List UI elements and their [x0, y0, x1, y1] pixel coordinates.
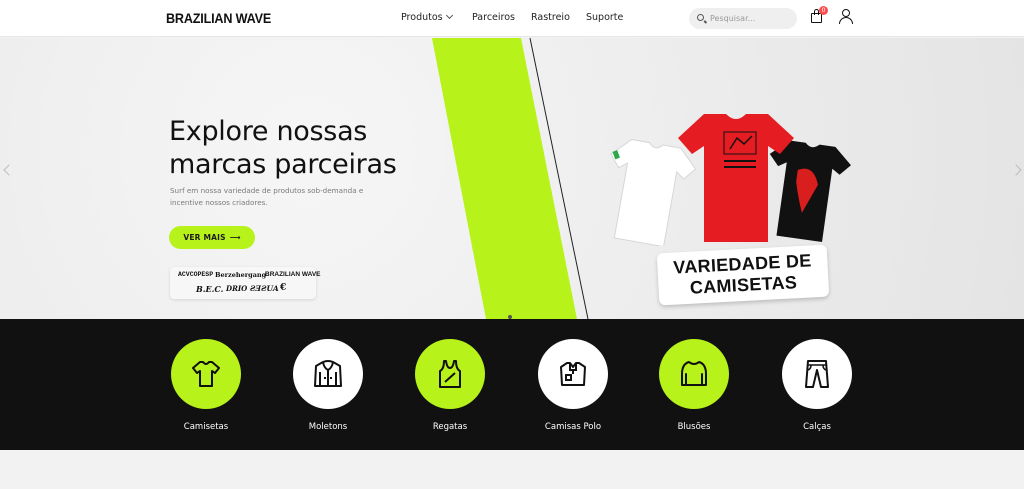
tank-top-icon: [439, 360, 461, 388]
user-icon-body: [839, 17, 853, 24]
category-circle: [538, 339, 608, 409]
chevron-down-icon: [445, 11, 453, 20]
page-content-below: [0, 450, 1024, 489]
partner-brand-logo: ACVCOPESP: [178, 271, 214, 278]
site-logo[interactable]: BRAZILIAN WAVE: [166, 10, 271, 26]
partner-brand-logo: ƧƎƧUA: [250, 284, 279, 293]
hero-title-line: Explore nossas: [169, 116, 368, 147]
categories-section: Camisetas Moletons Regatas Camisas Polo: [0, 319, 1024, 450]
account-button[interactable]: [839, 9, 853, 25]
category-label: Moletons: [308, 422, 348, 432]
nav-item-rastreio[interactable]: Rastreio: [531, 12, 570, 23]
cart-count-badge: 0: [819, 6, 828, 15]
category-label: Camisas Polo: [544, 422, 602, 432]
category-circle: [171, 339, 241, 409]
category-label: Calças: [803, 422, 831, 432]
arrow-right-icon: ⟶: [229, 233, 241, 242]
nav-item-parceiros[interactable]: Parceiros: [472, 12, 515, 23]
cart-button[interactable]: 0: [810, 6, 828, 25]
category-label: Regatas: [432, 422, 468, 432]
category-calcas[interactable]: Calças: [772, 339, 862, 432]
partner-brand-logo: Berzehergang: [215, 271, 267, 279]
nav-item-label: Produtos: [401, 12, 443, 23]
search-input[interactable]: [710, 12, 790, 25]
category-camisas-polo[interactable]: Camisas Polo: [528, 339, 618, 432]
partner-brand-logo: €: [280, 283, 287, 293]
category-circle: [782, 339, 852, 409]
search-box[interactable]: [689, 8, 797, 29]
category-circle: [659, 339, 729, 409]
hero-banner: Explore nossas marcas parceiras Surf em …: [0, 38, 1024, 319]
pants-icon: [805, 360, 829, 388]
user-icon: [842, 9, 850, 17]
tshirt-icon: [192, 361, 220, 387]
partner-brand-logo: DRIO: [226, 284, 248, 293]
category-moletons[interactable]: Moletons: [283, 339, 373, 432]
hoodie-icon: [314, 360, 342, 387]
tshirts-product-image: [610, 114, 851, 246]
category-blusoes[interactable]: Blusões: [649, 339, 739, 432]
variedade-camisetas-badge: VARIEDADE DE CAMISETAS: [656, 244, 830, 306]
site-header: BRAZILIAN WAVE Produtos Parceiros Rastre…: [0, 0, 1024, 37]
ver-mais-button[interactable]: VER MAIS ⟶: [169, 226, 255, 249]
nav-item-suporte[interactable]: Suporte: [586, 12, 623, 23]
category-label: Blusões: [677, 422, 711, 432]
category-regatas[interactable]: Regatas: [405, 339, 495, 432]
hero-title: Explore nossas marcas parceiras: [169, 115, 397, 181]
nav-item-produtos[interactable]: Produtos: [401, 11, 453, 23]
search-icon: [697, 14, 704, 21]
sweater-icon: [681, 361, 707, 386]
hero-title-line: marcas parceiras: [169, 149, 397, 180]
category-circle: [415, 339, 485, 409]
category-circle: [293, 339, 363, 409]
partner-brand-logo: B.E.C.: [196, 284, 224, 294]
category-camisetas[interactable]: Camisetas: [161, 339, 251, 432]
partner-brands-strip: ACVCOPESP Berzehergang BRAZILIAN WAVE B.…: [170, 267, 321, 299]
polo-shirt-icon: [560, 362, 586, 386]
hero-subtitle: Surf em nossa variedade de produtos sob-…: [170, 186, 364, 207]
category-label: Camisetas: [183, 422, 229, 432]
shopping-bag-icon: [811, 13, 822, 23]
cta-label: VER MAIS: [183, 233, 226, 242]
partner-brand-logo: BRAZILIAN WAVE: [265, 271, 321, 278]
